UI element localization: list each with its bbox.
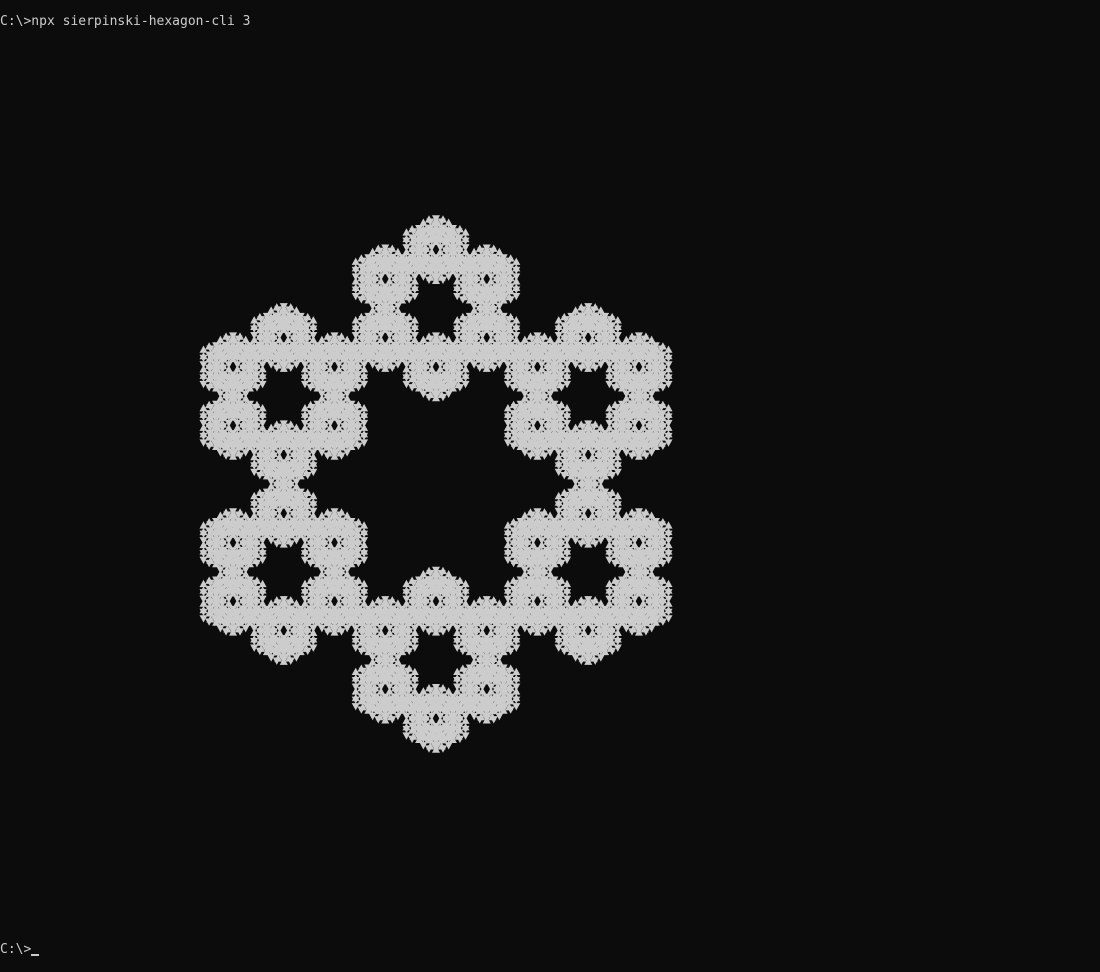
sierpinski-hexagon-output <box>199 215 673 753</box>
terminal-window[interactable]: C:\>npx sierpinski-hexagon-cli 3 C:\> <box>0 0 1100 972</box>
